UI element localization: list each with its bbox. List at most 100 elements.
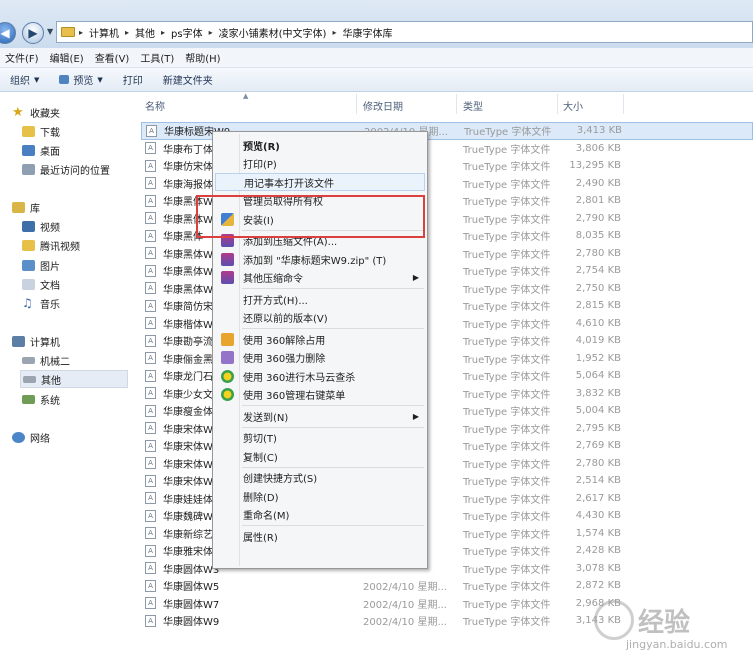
menu-item-label: 删除(D) xyxy=(243,492,279,504)
nav-libraries[interactable]: 库 xyxy=(12,198,143,216)
context-menu-item[interactable]: 使用 360管理右键菜单 xyxy=(215,386,425,404)
file-type: TrueType 字体文件 xyxy=(463,197,551,209)
forward-button[interactable]: ▶ xyxy=(22,22,44,44)
context-menu-item[interactable]: 剪切(T) xyxy=(215,429,425,447)
file-size: 3,806 KB xyxy=(575,142,621,154)
context-menu-item[interactable]: 属性(R) xyxy=(215,527,425,545)
menu-item-label: 预览(R) xyxy=(243,141,280,153)
breadcrumb-ps-fonts[interactable]: ps字体 xyxy=(171,25,203,40)
file-type: TrueType 字体文件 xyxy=(463,582,551,594)
chevron-right-icon[interactable]: ▸ xyxy=(209,28,213,37)
file-date: 2002/4/10 星期... xyxy=(363,617,447,629)
context-menu-item[interactable]: 复制(C) xyxy=(215,447,425,465)
context-menu-item[interactable]: 重命名(M) xyxy=(215,506,425,524)
libraries-icon xyxy=(12,201,25,213)
file-size: 3,078 KB xyxy=(575,562,621,574)
file-name: 华康简仿宋 xyxy=(163,302,213,314)
file-type: TrueType 字体文件 xyxy=(463,407,551,419)
menu-item-label: 用记事本打开该文件 xyxy=(244,178,334,190)
context-menu-item[interactable]: 删除(D) xyxy=(215,487,425,505)
table-row[interactable]: A 华康圆体W5 2002/4/10 星期... TrueType 字体文件 2,872… xyxy=(141,577,753,595)
back-button[interactable]: ◀ xyxy=(0,22,16,44)
archive-icon xyxy=(221,252,234,266)
menu-file[interactable]: 文件(F) xyxy=(5,50,39,65)
chevron-right-icon[interactable]: ▸ xyxy=(161,28,165,37)
recent-pages-dropdown[interactable]: ▼ xyxy=(47,27,53,36)
context-menu-item[interactable]: 添加到 "华康标题宋W9.zip" (T) xyxy=(215,250,425,268)
context-menu-item[interactable]: 还原以前的版本(V) xyxy=(215,309,425,327)
chevron-right-icon[interactable]: ▸ xyxy=(125,28,129,37)
breadcrumb-computer[interactable]: 计算机 xyxy=(89,25,119,40)
file-name: 华康海报体 xyxy=(163,179,213,191)
font-file-icon: A xyxy=(145,404,156,417)
context-menu-item[interactable]: 用记事本打开该文件 xyxy=(215,173,425,191)
font-file-icon: A xyxy=(145,159,156,172)
file-name: 华康宋体W xyxy=(163,477,213,489)
file-type: TrueType 字体文件 xyxy=(463,372,551,384)
context-menu-item[interactable]: 其他压缩命令 ▶ xyxy=(215,269,425,287)
font-file-icon: A xyxy=(145,509,156,522)
breadcrumb-huakang[interactable]: 华康字体库 xyxy=(342,25,392,40)
file-name: 华康圆体W5 xyxy=(163,582,220,594)
context-menu-item[interactable]: 使用 360强力删除 xyxy=(215,349,425,367)
file-type: TrueType 字体文件 xyxy=(463,599,551,611)
menu-view[interactable]: 查看(V) xyxy=(95,50,130,65)
context-menu-item[interactable]: 使用 360解除占用 xyxy=(215,330,425,348)
column-divider[interactable] xyxy=(557,94,558,114)
nav-network[interactable]: 网络 xyxy=(12,428,143,446)
context-menu-item[interactable]: 打开方式(H)... xyxy=(215,290,425,308)
context-menu-item[interactable]: 使用 360进行木马云查杀 xyxy=(215,367,425,385)
file-type: TrueType 字体文件 xyxy=(463,319,551,331)
breadcrumb-materials[interactable]: 凌家小铺素材(中文字体) xyxy=(219,25,327,40)
breadcrumb-other[interactable]: 其他 xyxy=(135,25,155,40)
font-file-icon: A xyxy=(145,317,156,330)
preview-label: 预览 xyxy=(73,76,94,87)
computer-icon xyxy=(12,335,25,347)
column-date[interactable]: 修改日期 xyxy=(363,98,403,113)
column-divider[interactable] xyxy=(456,94,457,114)
scan-360-icon xyxy=(221,369,234,383)
context-menu-item[interactable]: 创建快捷方式(S) xyxy=(215,469,425,487)
file-type: TrueType 字体文件 xyxy=(463,442,551,454)
file-type: TrueType 字体文件 xyxy=(463,144,551,156)
print-button[interactable]: 打印 xyxy=(123,72,143,87)
file-name: 华康勘亭流 xyxy=(163,337,213,349)
column-divider[interactable] xyxy=(623,94,624,114)
context-menu-item[interactable]: 打印(P) xyxy=(215,155,425,173)
column-size[interactable]: 大小 xyxy=(563,98,583,113)
column-name[interactable]: 名称 xyxy=(145,98,165,113)
font-file-icon: A xyxy=(145,579,156,592)
context-menu-item[interactable]: 发送到(N) ▶ xyxy=(215,407,425,425)
font-file-icon: A xyxy=(145,369,156,382)
nav-disk-other[interactable]: 其他 xyxy=(20,370,128,388)
file-size: 13,295 KB xyxy=(569,160,621,172)
menu-item-label: 还原以前的版本(V) xyxy=(243,314,328,325)
drive-icon xyxy=(23,375,36,383)
file-size: 2,815 KB xyxy=(575,300,621,312)
menu-item-label: 剪切(T) xyxy=(243,434,277,445)
menu-item-label: 发送到(N) xyxy=(243,412,289,424)
context-menu-item[interactable]: 预览(R) xyxy=(215,136,425,154)
file-name: 华康俪金黑 xyxy=(163,354,213,366)
font-file-icon: A xyxy=(145,422,156,435)
column-divider[interactable] xyxy=(356,94,357,114)
nav-computer[interactable]: 计算机 xyxy=(12,332,143,350)
menu-help[interactable]: 帮助(H) xyxy=(185,50,220,65)
network-icon xyxy=(12,431,25,443)
chevron-right-icon[interactable]: ▸ xyxy=(332,28,336,37)
menu-tools[interactable]: 工具(T) xyxy=(140,50,174,65)
menu-edit[interactable]: 编辑(E) xyxy=(50,50,84,65)
new-folder-button[interactable]: 新建文件夹 xyxy=(163,72,213,87)
column-type[interactable]: 类型 xyxy=(463,98,483,113)
address-bar[interactable]: ▸ 计算机 ▸ 其他 ▸ ps字体 ▸ 凌家小铺素材(中文字体) ▸ 华康字体库 xyxy=(56,21,753,43)
chevron-right-icon[interactable]: ▸ xyxy=(79,28,83,37)
nav-favorites[interactable]: ★ 收藏夹 xyxy=(12,103,143,121)
menu-item-label: 创建快捷方式(S) xyxy=(243,474,318,485)
file-size: 3,832 KB xyxy=(575,387,621,399)
font-file-icon: A xyxy=(145,597,156,610)
file-type: TrueType 字体文件 xyxy=(463,424,551,436)
organize-button[interactable]: 组织 ▼ xyxy=(10,72,39,88)
file-name: 华康新综艺 xyxy=(163,529,213,541)
preview-button[interactable]: 预览 ▼ xyxy=(59,72,103,87)
submenu-arrow-icon: ▶ xyxy=(412,273,419,282)
